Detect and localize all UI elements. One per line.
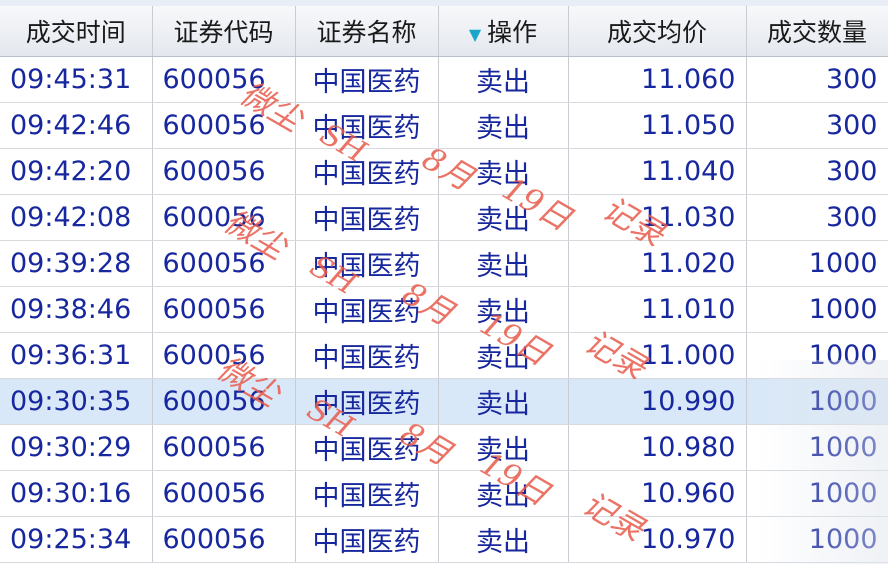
cell-name: 中国医药 (295, 102, 439, 149)
cell-code: 600056 (152, 378, 296, 425)
cell-code: 600056 (152, 102, 296, 149)
cell-action: 卖出 (438, 286, 569, 333)
cell-action: 卖出 (438, 516, 569, 563)
table-row[interactable]: 09:30:16 600056 中国医药 卖出 10.960 1000 (0, 470, 888, 517)
header-row: 成交时间 证券代码 证券名称 ▼ 操作 成交均价 成交数量 (0, 6, 888, 57)
cell-time: 09:30:35 (0, 378, 153, 425)
table-row[interactable]: 09:30:29 600056 中国医药 卖出 10.980 1000 (0, 424, 888, 471)
cell-qty: 300 (746, 194, 888, 241)
cell-name: 中国医药 (295, 470, 439, 517)
table-row[interactable]: 09:39:28 600056 中国医药 卖出 11.020 1000 (0, 240, 888, 287)
cell-name: 中国医药 (295, 424, 439, 471)
cell-code: 600056 (152, 516, 296, 563)
cell-price: 11.000 (568, 332, 747, 379)
cell-action: 卖出 (438, 470, 569, 517)
cell-code: 600056 (152, 194, 296, 241)
cell-qty: 1000 (746, 516, 888, 563)
cell-name: 中国医药 (295, 194, 439, 241)
cell-qty: 300 (746, 56, 888, 103)
column-header-time[interactable]: 成交时间 (0, 6, 153, 57)
cell-action: 卖出 (438, 102, 569, 149)
cell-action: 卖出 (438, 424, 569, 471)
cell-price: 11.010 (568, 286, 747, 333)
cell-name: 中国医药 (295, 286, 439, 333)
cell-code: 600056 (152, 332, 296, 379)
sort-down-triangle-icon: ▼ (468, 24, 482, 44)
cell-action: 卖出 (438, 378, 569, 425)
cell-code: 600056 (152, 470, 296, 517)
cell-code: 600056 (152, 286, 296, 333)
cell-time: 09:45:31 (0, 56, 153, 103)
cell-name: 中国医药 (295, 378, 439, 425)
cell-qty: 1000 (746, 240, 888, 287)
cell-time: 09:30:29 (0, 424, 153, 471)
cell-time: 09:25:34 (0, 516, 153, 563)
cell-price: 10.960 (568, 470, 747, 517)
cell-action: 卖出 (438, 56, 569, 103)
cell-code: 600056 (152, 56, 296, 103)
cell-action: 卖出 (438, 148, 569, 195)
cell-qty: 1000 (746, 424, 888, 471)
cell-qty: 300 (746, 148, 888, 195)
table-row[interactable]: 09:42:08 600056 中国医药 卖出 11.030 300 (0, 194, 888, 241)
cell-price: 11.030 (568, 194, 747, 241)
cell-time: 09:38:46 (0, 286, 153, 333)
cell-time: 09:42:08 (0, 194, 153, 241)
cell-name: 中国医药 (295, 240, 439, 287)
column-header-action[interactable]: ▼ 操作 (438, 6, 569, 57)
cell-action: 卖出 (438, 240, 569, 287)
cell-time: 09:30:16 (0, 470, 153, 517)
column-header-code[interactable]: 证券代码 (152, 6, 296, 57)
column-header-qty[interactable]: 成交数量 (746, 6, 888, 57)
cell-name: 中国医药 (295, 516, 439, 563)
cell-action: 卖出 (438, 194, 569, 241)
cell-name: 中国医药 (295, 148, 439, 195)
cell-price: 11.040 (568, 148, 747, 195)
table-row[interactable]: 09:42:46 600056 中国医药 卖出 11.050 300 (0, 102, 888, 149)
cell-price: 10.990 (568, 378, 747, 425)
cell-name: 中国医药 (295, 56, 439, 103)
cell-action: 卖出 (438, 332, 569, 379)
cell-price: 11.060 (568, 56, 747, 103)
cell-qty: 1000 (746, 332, 888, 379)
cell-price: 11.050 (568, 102, 747, 149)
cell-price: 10.980 (568, 424, 747, 471)
cell-code: 600056 (152, 424, 296, 471)
trade-records-table: 成交时间 证券代码 证券名称 ▼ 操作 成交均价 成交数量 09:45:31 600… (0, 6, 888, 563)
cell-code: 600056 (152, 148, 296, 195)
cell-time: 09:36:31 (0, 332, 153, 379)
cell-name: 中国医药 (295, 332, 439, 379)
cell-price: 11.020 (568, 240, 747, 287)
cell-qty: 1000 (746, 470, 888, 517)
table-row[interactable]: 09:25:34 600056 中国医药 卖出 10.970 1000 (0, 516, 888, 563)
cell-time: 09:42:20 (0, 148, 153, 195)
column-header-price[interactable]: 成交均价 (568, 6, 747, 57)
cell-time: 09:42:46 (0, 102, 153, 149)
cell-time: 09:39:28 (0, 240, 153, 287)
table-row[interactable]: 09:36:31 600056 中国医药 卖出 11.000 1000 (0, 332, 888, 379)
table-row[interactable]: 09:38:46 600056 中国医药 卖出 11.010 1000 (0, 286, 888, 333)
cell-qty: 1000 (746, 378, 888, 425)
cell-qty: 1000 (746, 286, 888, 333)
cell-price: 10.970 (568, 516, 747, 563)
cell-qty: 300 (746, 102, 888, 149)
cell-code: 600056 (152, 240, 296, 287)
table-row[interactable]: 09:30:35 600056 中国医药 卖出 10.990 1000 (0, 378, 888, 425)
table-row[interactable]: 09:42:20 600056 中国医药 卖出 11.040 300 (0, 148, 888, 195)
column-header-name[interactable]: 证券名称 (295, 6, 439, 57)
table-row[interactable]: 09:45:31 600056 中国医药 卖出 11.060 300 (0, 56, 888, 103)
